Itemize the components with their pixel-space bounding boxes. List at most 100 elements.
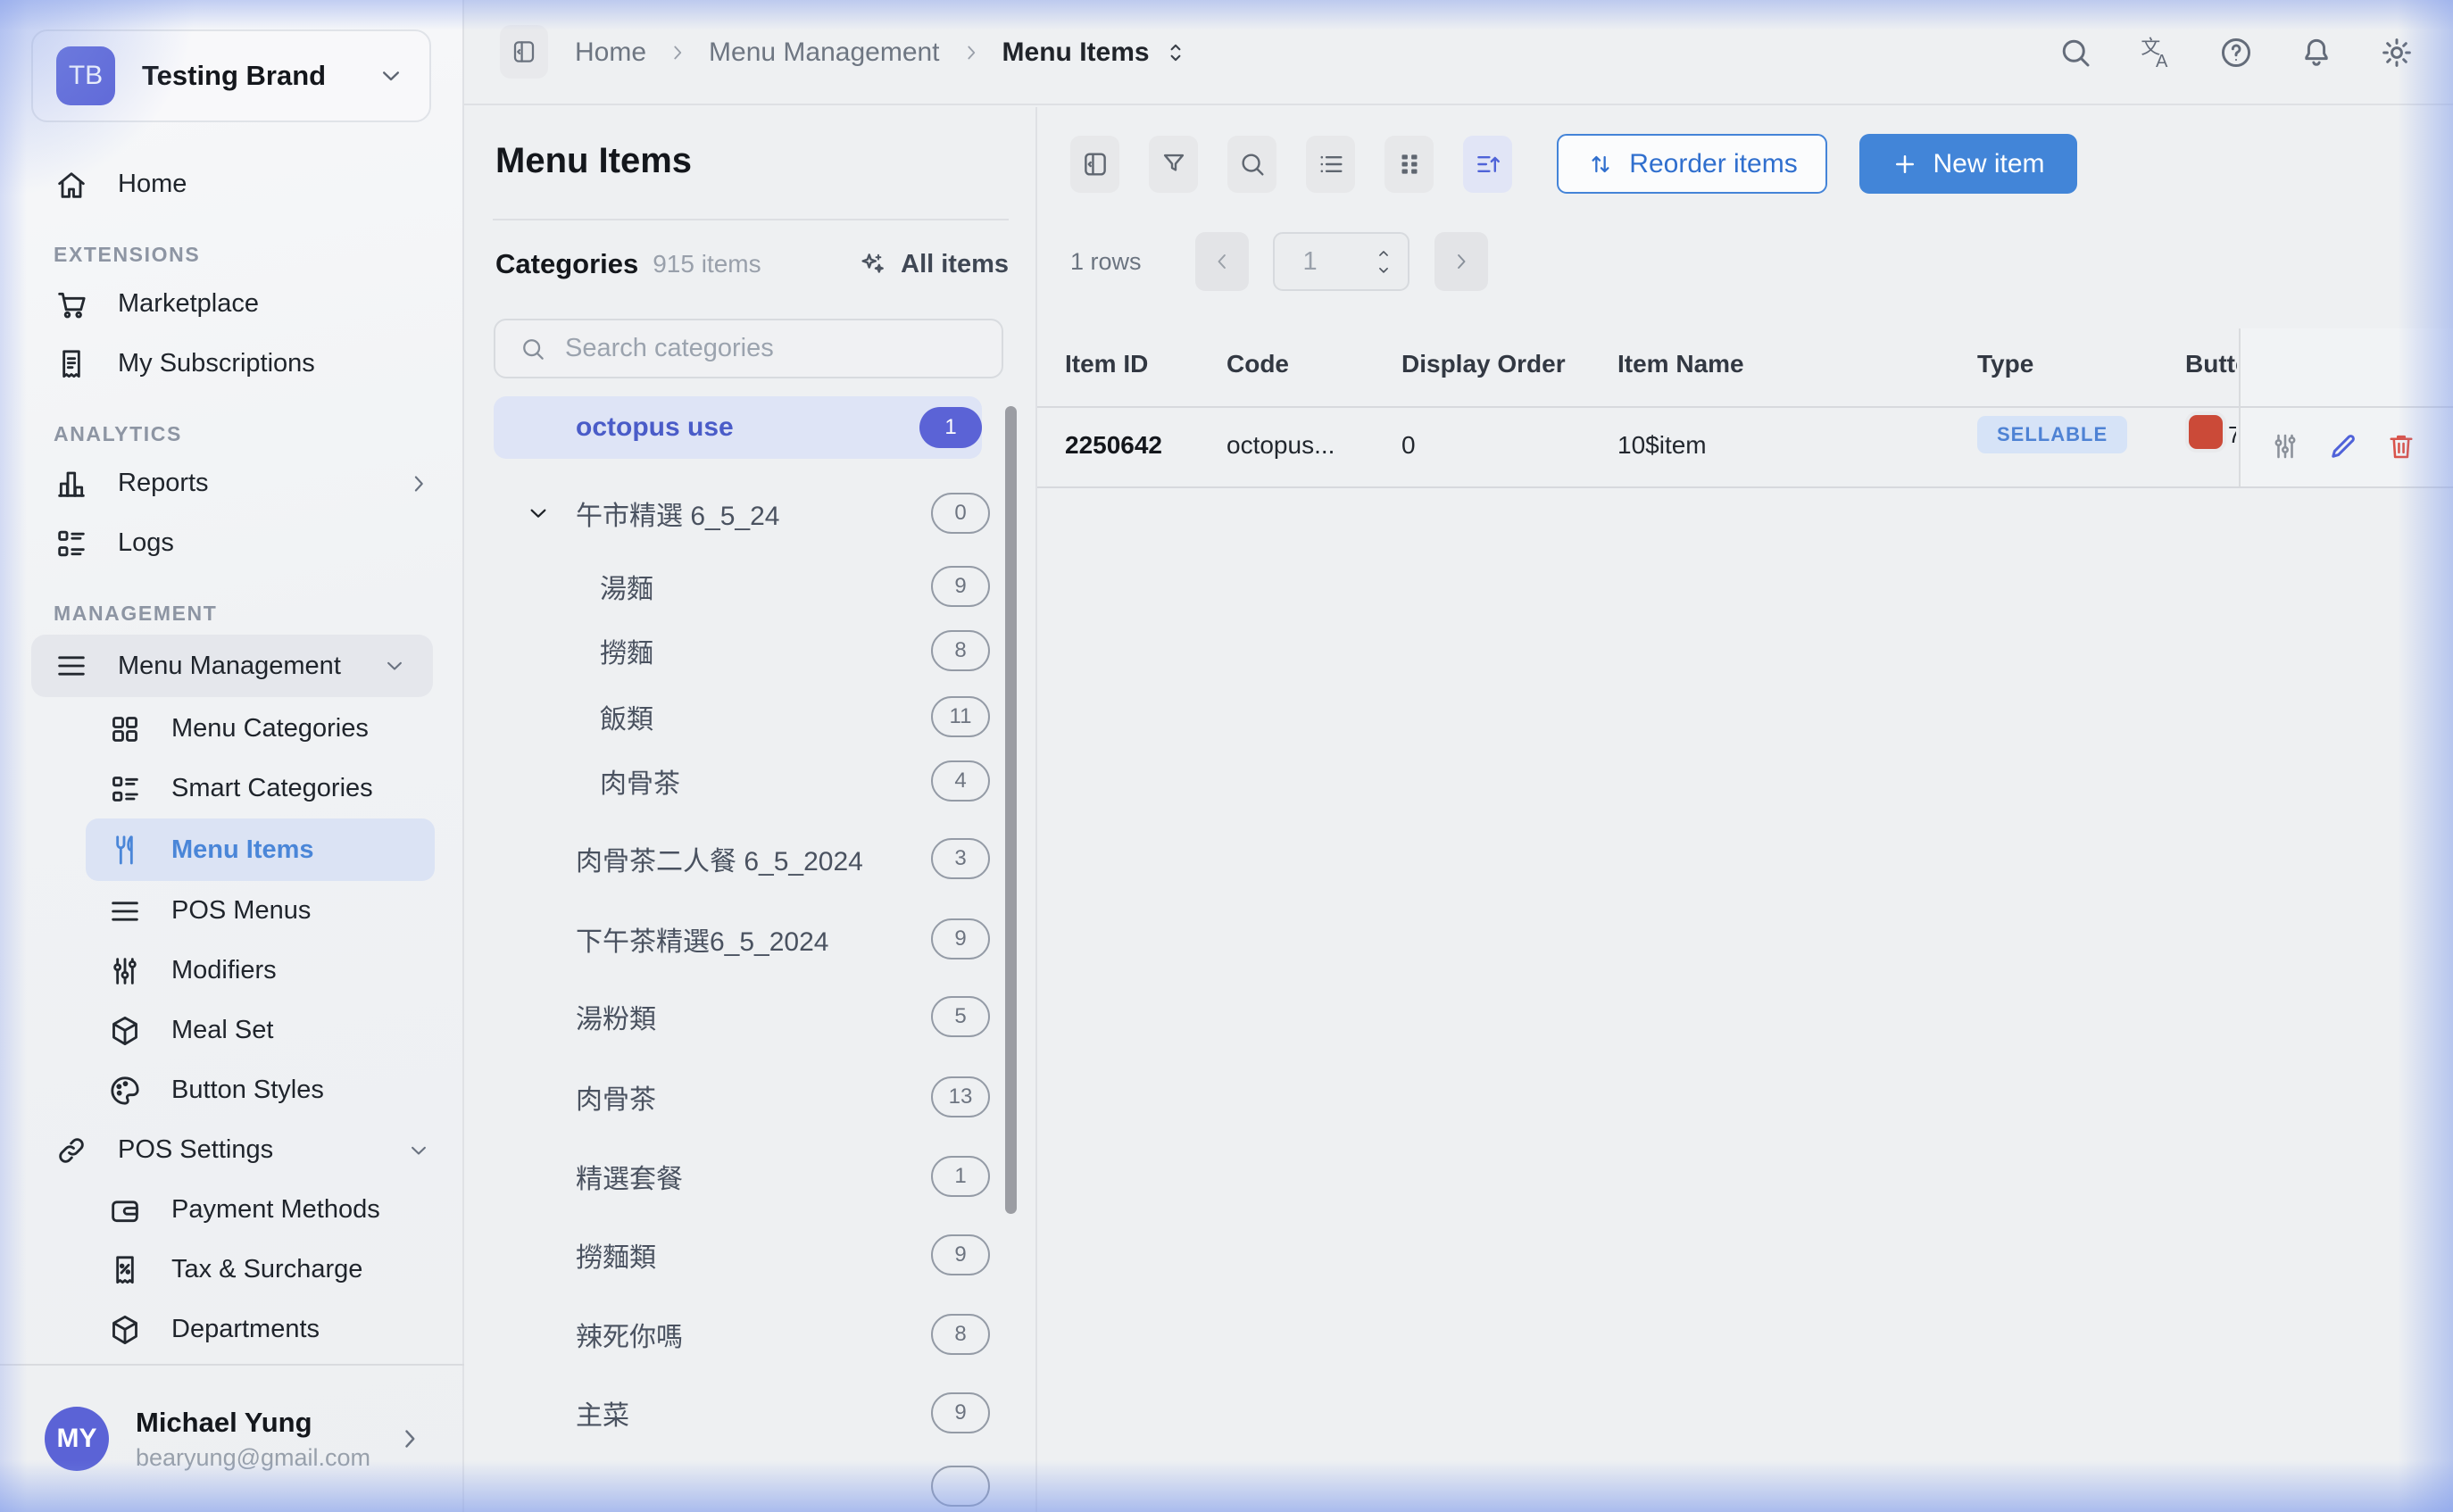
brand-name: Testing Brand [142,60,376,92]
chevron-right-icon [960,41,983,64]
search-icon[interactable] [2057,34,2094,71]
category-row[interactable]: 撈麵類 9 [494,1224,990,1286]
category-row[interactable]: 撈麵 8 [494,619,990,682]
category-count-badge: 13 [931,1076,990,1117]
category-row[interactable]: 肉骨茶二人餐 6_5_2024 3 [494,827,990,890]
svg-text:A: A [2156,52,2168,71]
clipped-cell-fragment: 7 [2228,421,2236,448]
sidebar-item-modifiers[interactable]: Modifiers [0,941,464,1001]
previous-page-button[interactable] [1195,232,1249,291]
reorder-items-button[interactable]: Reorder items [1557,134,1827,194]
sidebar-item-label: POS Menus [171,896,311,926]
brand-switcher[interactable]: TB Testing Brand [31,29,431,122]
category-label: 主菜 [576,1393,931,1433]
plus-icon [1892,151,1918,178]
sidebar-item-reports[interactable]: Reports [0,453,464,513]
category-row[interactable]: 午市精選 6_5_24 0 [494,482,990,544]
edit-icon[interactable] [2327,430,2359,462]
sidebar-item-label: Smart Categories [171,774,373,803]
sellable-badge: SELLABLE [1977,416,2127,453]
chevron-right-icon [405,470,432,497]
reorder-items-label: Reorder items [1629,149,1797,179]
items-toolbar: Reorder items New item [1070,134,2077,194]
list-view-button[interactable] [1306,136,1355,193]
category-label: 午市精選 6_5_24 [576,494,931,533]
all-items-button[interactable]: All items [858,249,1009,279]
sidebar-item-menu-categories[interactable]: Menu Categories [0,699,464,759]
category-row[interactable]: 主菜 9 [494,1382,990,1444]
category-row-selected[interactable]: octopus use 1 [494,396,982,459]
category-count-badge: 0 [931,493,990,534]
list-view-icon [1316,149,1346,179]
category-row[interactable]: 湯麵 9 [494,555,990,618]
category-row[interactable]: 肉骨茶 13 [494,1066,990,1128]
sidebar-item-tax-surcharge[interactable]: Tax & Surcharge [0,1240,464,1300]
sidebar-item-button-styles[interactable]: Button Styles [0,1060,464,1120]
user-menu[interactable]: MY Michael Yung bearyung@gmail.com [0,1364,464,1512]
sidebar-item-menu-items[interactable]: Menu Items [86,818,435,881]
scrollbar-thumb[interactable] [1005,406,1017,1214]
breadcrumb-current[interactable]: Menu Items [1002,37,1150,68]
category-row[interactable]: 下午茶精選6_5_2024 9 [494,908,990,970]
page-stepper[interactable] [1374,245,1393,278]
sidebar-item-logs[interactable]: Logs [0,513,464,573]
category-row[interactable]: 湯粉類 5 [494,985,990,1048]
user-name: Michael Yung [136,1407,395,1439]
table-header-border [1037,406,2453,408]
category-row-partial[interactable] [494,1455,990,1512]
bell-icon[interactable] [2298,34,2335,71]
chevron-up-down-icon[interactable] [1162,39,1189,66]
sidebar-item-departments[interactable]: Departments [0,1300,464,1359]
category-label: 撈麵 [600,631,931,670]
smart-list-icon [107,771,143,807]
sidebar-item-marketplace[interactable]: Marketplace [0,274,464,334]
sidebar-item-menu-management[interactable]: Menu Management [31,635,433,697]
column-header-item-id[interactable]: Item ID [1065,350,1148,378]
categories-heading: Categories [495,248,638,280]
sidebar-item-payment-methods[interactable]: Payment Methods [0,1180,464,1240]
column-header-type[interactable]: Type [1977,350,2033,378]
page-number-input[interactable] [1275,246,1368,278]
chevron-down-icon[interactable] [524,499,553,528]
modifiers-action-icon[interactable] [2269,430,2301,462]
next-page-button[interactable] [1434,232,1488,291]
collapse-panel-button[interactable] [1070,136,1119,193]
sidebar-item-label: My Subscriptions [118,349,315,378]
column-header-display-order[interactable]: Display Order [1401,350,1566,378]
palette-icon [107,1073,143,1109]
sidebar-item-label: Menu Categories [171,714,369,744]
breadcrumb-menu-management[interactable]: Menu Management [709,37,940,68]
search-items-button[interactable] [1227,136,1276,193]
category-row[interactable]: 肉骨茶 4 [494,750,990,812]
category-row[interactable]: 飯類 11 [494,685,990,748]
pagination: 1 rows [1070,232,1488,291]
category-row[interactable]: 精選套餐 1 [494,1145,990,1208]
categories-panel: Menu Items Categories 915 items All item… [466,107,1037,1512]
gear-icon[interactable] [2378,34,2416,71]
category-row[interactable]: 辣死你嗎 8 [494,1303,990,1366]
sidebar-item-smart-categories[interactable]: Smart Categories [0,759,464,818]
search-icon [1237,149,1268,179]
trash-icon[interactable] [2385,430,2417,462]
column-header-code[interactable]: Code [1226,350,1289,378]
sidebar-item-pos-menus[interactable]: POS Menus [0,881,464,941]
sidebar-item-pos-settings[interactable]: POS Settings [0,1120,464,1180]
new-item-button[interactable]: New item [1859,134,2077,194]
column-header-button-style[interactable]: Butto [2185,350,2237,378]
help-icon[interactable] [2217,34,2255,71]
divider [493,219,1009,220]
sidebar-item-meal-set[interactable]: Meal Set [0,1001,464,1060]
breadcrumb-home[interactable]: Home [575,37,646,68]
grid-icon [107,711,143,747]
sidebar-collapse-button[interactable] [500,25,548,79]
column-header-item-name[interactable]: Item Name [1617,350,1744,378]
category-count-badge [931,1466,990,1507]
grid-view-button[interactable] [1384,136,1434,193]
translate-icon[interactable]: 文A [2137,34,2174,71]
sort-button[interactable] [1463,136,1512,193]
chevron-right-icon [666,41,689,64]
sidebar-item-my-subscriptions[interactable]: My Subscriptions [0,334,464,394]
filter-button[interactable] [1149,136,1198,193]
sidebar-item-home[interactable]: Home [0,154,464,214]
search-categories-input[interactable] [563,333,1002,364]
